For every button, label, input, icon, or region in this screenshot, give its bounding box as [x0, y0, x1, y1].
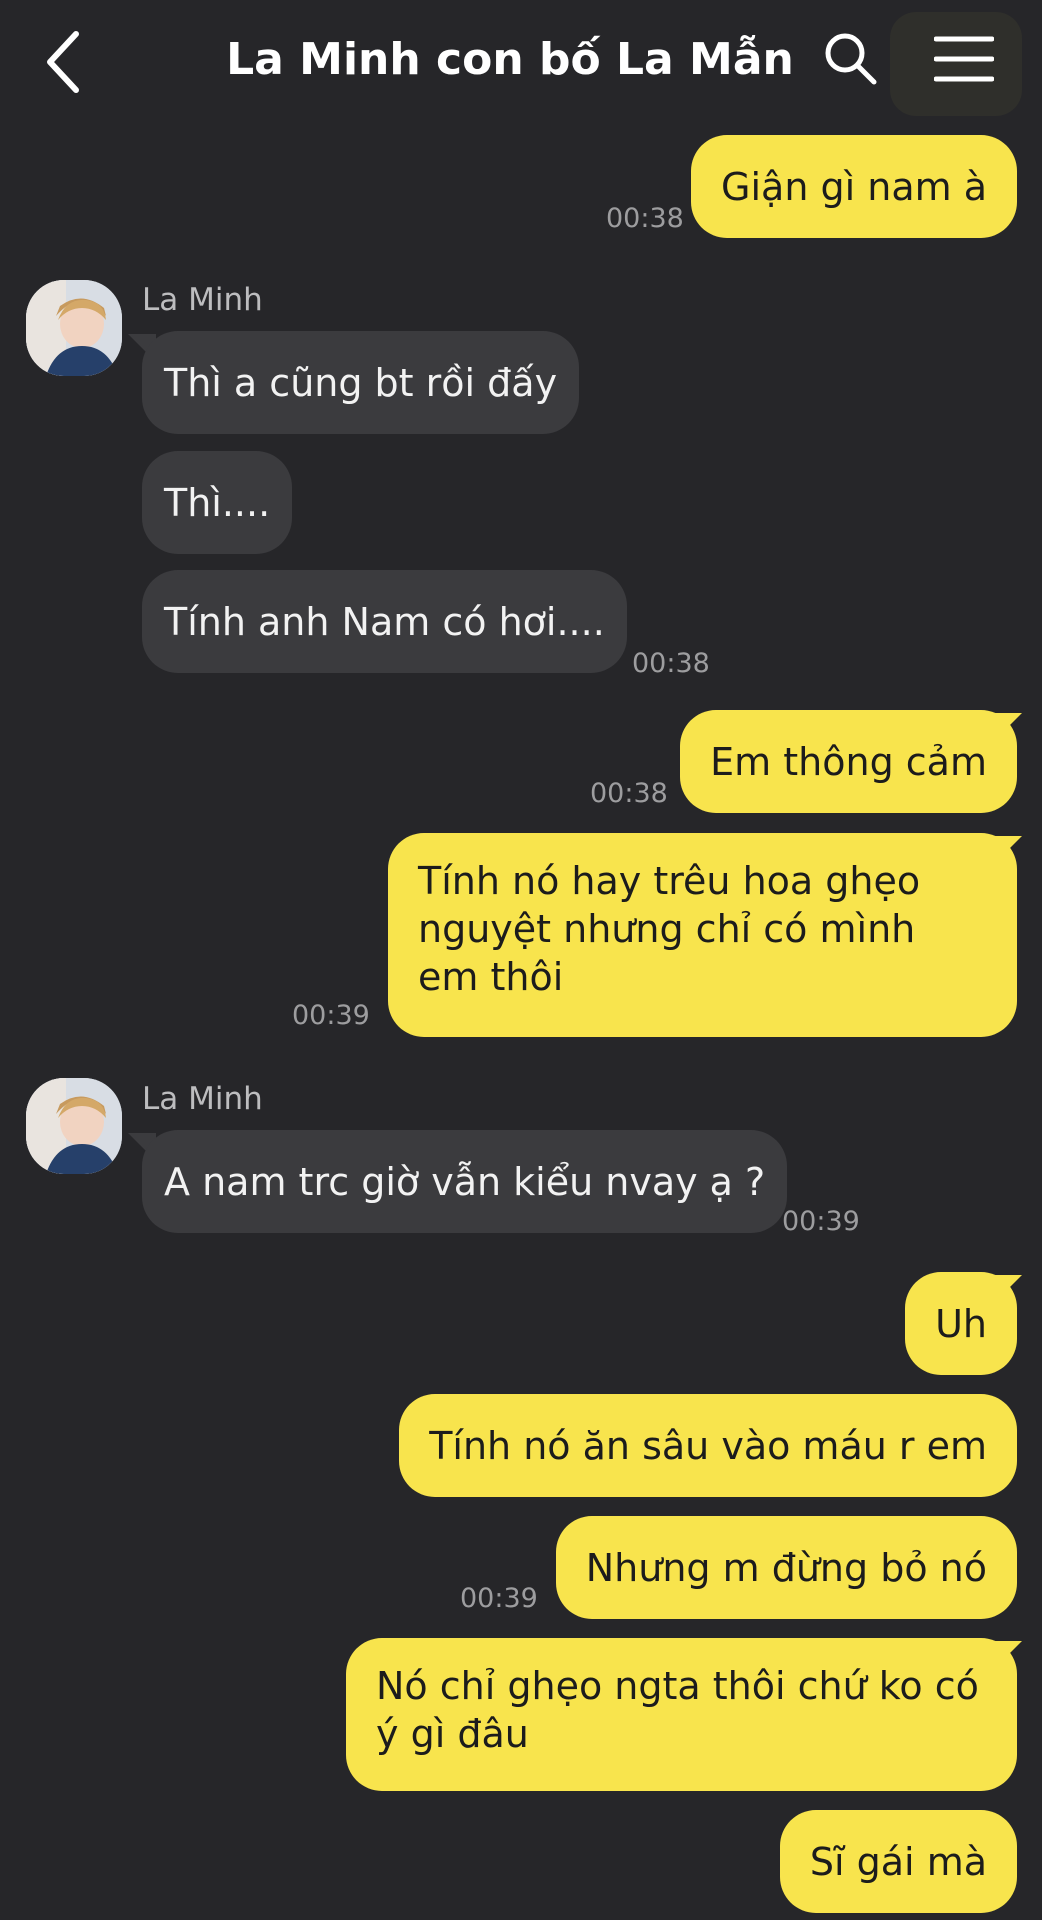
my-message-bubble[interactable]: Giận gì nam à — [691, 135, 1017, 238]
their-message-bubble[interactable]: Tính anh Nam có hơi.... — [142, 570, 627, 673]
chat-title: La Minh con bố La Mẫn — [226, 34, 794, 85]
chevron-left-icon[interactable] — [40, 26, 90, 98]
message-time: 00:38 — [590, 778, 668, 809]
profile-photo-icon — [26, 280, 122, 376]
avatar[interactable] — [26, 1078, 122, 1174]
sender-name: La Minh — [142, 1081, 263, 1117]
message-time: 00:38 — [632, 648, 710, 679]
my-message-bubble[interactable]: Nhưng m đừng bỏ nó — [555, 1516, 1017, 1619]
their-message-bubble[interactable]: A nam trc giờ vẫn kiểu nvay ạ ? — [142, 1130, 788, 1233]
message-time: 00:39 — [782, 1206, 860, 1237]
search-icon[interactable] — [822, 30, 878, 86]
my-message-bubble[interactable]: Em thông cảm — [680, 710, 1017, 813]
avatar[interactable] — [26, 280, 122, 376]
profile-photo-icon — [26, 1078, 122, 1174]
message-time: 00:39 — [292, 1000, 370, 1031]
message-time: 00:38 — [606, 203, 684, 234]
my-message-bubble[interactable]: Tính nó hay trêu hoa ghẹo nguyệt nhưng c… — [388, 833, 1017, 1037]
their-message-bubble[interactable]: Thì.... — [142, 451, 293, 554]
my-message-bubble[interactable]: Sĩ gái mà — [779, 1810, 1017, 1913]
my-message-bubble[interactable]: Tính nó ăn sâu vào máu r em — [399, 1394, 1017, 1497]
my-message-bubble[interactable]: Uh — [905, 1272, 1017, 1375]
hamburger-menu-icon[interactable] — [934, 34, 994, 84]
sender-name: La Minh — [142, 282, 263, 318]
chat-header: La Minh con bố La Mẫn — [0, 0, 1042, 125]
their-message-bubble[interactable]: Thì a cũng bt rồi đấy — [142, 331, 580, 434]
my-message-bubble[interactable]: Nó chỉ ghẹo ngta thôi chứ ko có ý gì đâu — [346, 1638, 1017, 1791]
message-time: 00:39 — [460, 1583, 538, 1614]
